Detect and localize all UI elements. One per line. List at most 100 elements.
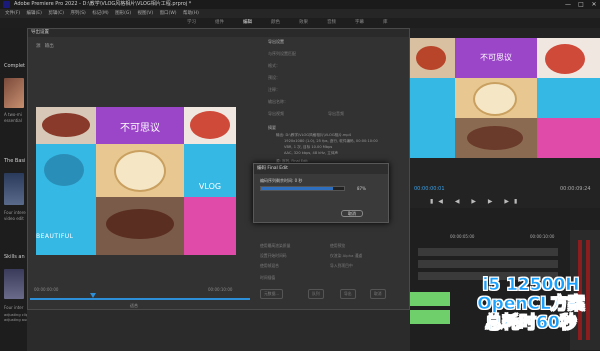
menu-file[interactable]: 文件(F) [5, 11, 20, 16]
opt-alpha-only[interactable]: 仅渲染 Alpha 通道 [330, 253, 362, 259]
clip-green-2[interactable] [410, 310, 450, 324]
window-title-bar: Adobe Premiere Pro 2022 - D:\教学\VLOG风格相片… [0, 0, 600, 9]
collage-title-text: 不可思议 [120, 123, 160, 134]
window-title: Adobe Premiere Pro 2022 - D:\教学\VLOG风格相片… [14, 1, 192, 7]
learn-desc-2b: video edit [4, 216, 24, 221]
pm-tile-steak [455, 118, 537, 158]
tile-dumplings [96, 144, 184, 197]
clip-green-1[interactable] [410, 292, 450, 306]
track-v2[interactable] [418, 260, 558, 268]
tab-color[interactable]: 颜色 [271, 18, 280, 28]
export-video-checkbox[interactable]: 导出视频 [268, 111, 284, 117]
match-sequence-checkbox[interactable]: 与序列设置匹配 [268, 51, 296, 57]
learn-desc-1a: A two-mi [4, 112, 22, 117]
pm-title-text: 不可思议 [480, 53, 512, 62]
learn-panel: Complet A two-mi essential The Basi Four… [0, 28, 27, 351]
opt-max-quality[interactable]: 使用最高渲染质量 [260, 243, 290, 249]
pm-tile-vlog [537, 78, 600, 118]
pm-tile-dumplings [455, 78, 537, 118]
export-options: 使用最高渲染质量 使用预览 设置开始时间码 仅渲染 Alpha 通道 使用帧混合… [260, 243, 405, 303]
program-timecode[interactable]: 00:00:00:01 [414, 186, 445, 192]
opt-frame-blending[interactable]: 使用帧混合 [260, 263, 279, 269]
summary-line-2: VBR, 1 次, 目标 10.00 Mbps [284, 145, 333, 149]
tile-vlog: VLOG [184, 144, 236, 197]
export-audio-checkbox[interactable]: 导出音频 [328, 111, 344, 117]
tile-beautiful: BEAUTIFUL [36, 197, 96, 255]
output-tab[interactable]: 输出 [45, 44, 54, 49]
maximize-icon[interactable]: □ [575, 0, 587, 9]
tab-editing[interactable]: 编辑 [243, 18, 252, 28]
queue-button[interactable]: 队列 [308, 289, 324, 299]
menu-markers[interactable]: 标记(M) [92, 11, 108, 16]
overlay-time: 总耗时60秒 [485, 313, 577, 333]
program-duration: 00:00:09:24 [560, 186, 591, 192]
transport-controls[interactable]: ▮◀ ◀ ▶ ▶ ▶▮ [410, 198, 600, 208]
progress-bar [260, 186, 345, 191]
tile-steak [96, 197, 184, 255]
learn-desc-2a: Four intere [4, 210, 26, 215]
tile-purple: 不可思议 [96, 107, 184, 144]
opt-start-timecode[interactable]: 设置开始时间码 [260, 253, 287, 259]
benchmark-overlay: i5 12500H OpenCL方案 总耗时60秒 [462, 275, 600, 333]
metadata-button[interactable]: 元数据... [260, 289, 284, 299]
output-name-label: 输出名称： [268, 99, 288, 104]
export-dialog-title: 导出设置 [28, 29, 409, 37]
summary-line-1: 1920x1080 (1.0), 25 fps, 逐行, 软件编码, 00:00… [284, 139, 378, 143]
tab-learning[interactable]: 学习 [187, 18, 196, 28]
track-v3[interactable] [418, 248, 558, 256]
cancel-export-button[interactable]: 取消 [370, 289, 386, 299]
fit-dropdown[interactable]: 适合 [130, 303, 138, 309]
program-monitor-frame: 不可思议 [410, 38, 600, 158]
summary-label: 摘要 [268, 125, 276, 130]
pm-tile-pink [537, 118, 600, 158]
playhead-icon[interactable] [90, 293, 96, 298]
export-button[interactable]: 导出 [340, 289, 356, 299]
opt-use-previews[interactable]: 使用预览 [330, 243, 345, 249]
menu-edit[interactable]: 编辑(E) [27, 11, 42, 16]
menu-window[interactable]: 窗口(W) [160, 11, 177, 16]
tutorial-thumbnail-2[interactable] [4, 173, 24, 205]
menu-help[interactable]: 帮助(H) [183, 11, 199, 16]
learn-heading-3: Skills an [4, 254, 25, 260]
export-preview-right: VLOG [184, 107, 236, 255]
format-label: 格式： [268, 63, 280, 68]
menu-view[interactable]: 视图(V) [138, 11, 154, 16]
opt-import-project[interactable]: 导入到项目中 [330, 263, 353, 269]
source-timecode: 00:00:00:00 [34, 287, 59, 292]
tab-audio[interactable]: 音频 [327, 18, 336, 28]
collage-vlog-text: VLOG [198, 182, 222, 191]
workspace-tabs: 学习 组件 编辑 颜色 效果 音频 字幕 库 [0, 18, 600, 28]
tutorial-thumbnail-1[interactable] [4, 78, 24, 108]
summary-output: 输出: D:\教学\VLOG风格相片\VLOG相片.mp4 [276, 133, 352, 137]
progress-title: 编码 Final Edit [254, 164, 388, 174]
learn-heading-2: The Basi [4, 158, 26, 164]
source-end-timecode: 00:00:10:00 [208, 287, 233, 292]
menu-clip[interactable]: 剪辑(C) [48, 11, 64, 16]
opt-time-interpolation[interactable]: 时间插值 [260, 275, 275, 281]
tab-assembly[interactable]: 组件 [215, 18, 224, 28]
tab-libraries[interactable]: 库 [383, 18, 388, 28]
export-scrubber[interactable] [30, 298, 250, 300]
menu-graphics[interactable]: 图形(G) [115, 11, 131, 16]
settings-header: 导出设置 [268, 39, 284, 44]
tab-effects[interactable]: 效果 [299, 18, 308, 28]
minimize-icon[interactable]: — [562, 0, 574, 9]
tab-captions[interactable]: 字幕 [355, 18, 364, 28]
close-icon[interactable]: ✕ [588, 0, 600, 9]
pm-tile-food-1 [410, 38, 455, 78]
menu-bar: 文件(F) 编辑(E) 剪辑(C) 序列(S) 标记(M) 图形(G) 视图(V… [0, 9, 600, 18]
learn-desc-3: Four inter [4, 305, 24, 310]
source-tab[interactable]: 源 输出 [36, 43, 54, 49]
ruler-10s: 00:00:10:00 [530, 234, 555, 239]
progress-bar-fill [261, 187, 334, 190]
export-settings-column: 导出设置 与序列设置匹配 格式： 预设： 注释： 输出名称： 导出视频 导出音频… [268, 39, 408, 269]
progress-percent: 87% [357, 186, 366, 191]
pm-tile-purple: 不可思议 [455, 38, 537, 78]
tile-cyan-food [36, 144, 96, 197]
learn-heading-1: Complet [4, 63, 26, 69]
tile-pink [184, 197, 236, 255]
progress-cancel-button[interactable]: 取消 [341, 210, 363, 217]
tutorial-thumbnail-3[interactable] [4, 269, 24, 299]
overlay-method: OpenCL方案 [477, 294, 585, 314]
menu-sequence[interactable]: 序列(S) [70, 11, 85, 16]
